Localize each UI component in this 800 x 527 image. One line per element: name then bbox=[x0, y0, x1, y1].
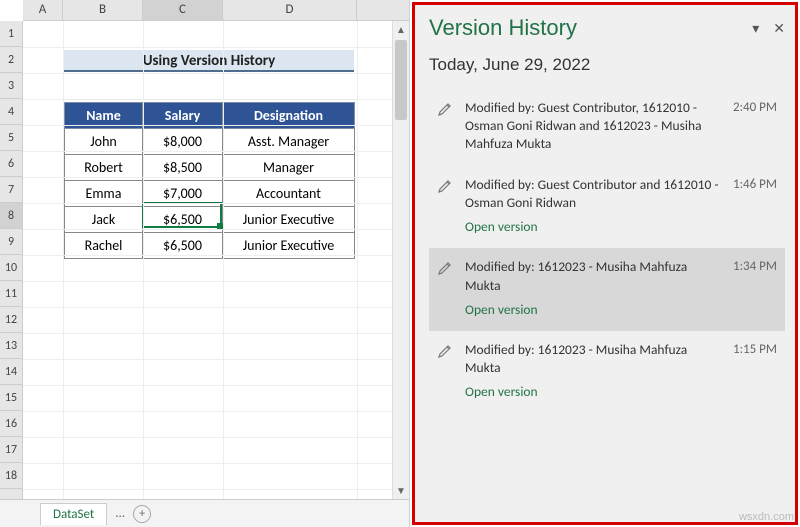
pencil-icon bbox=[435, 99, 455, 119]
row-header-15[interactable]: 15 bbox=[0, 385, 22, 411]
open-version-link[interactable]: Open version bbox=[465, 383, 723, 401]
version-time: 1:34 PM bbox=[733, 258, 777, 274]
row-header-3[interactable]: 3 bbox=[0, 73, 22, 99]
version-item[interactable]: Modified by: 1612023 - Musiha Mahfuza Mu… bbox=[429, 248, 785, 331]
scroll-thumb[interactable] bbox=[395, 40, 407, 120]
row-header-18[interactable]: 18 bbox=[0, 463, 22, 489]
pencil-icon bbox=[435, 341, 455, 361]
row-header-17[interactable]: 17 bbox=[0, 437, 22, 463]
close-icon[interactable]: ✕ bbox=[773, 20, 785, 37]
col-header-B[interactable]: B bbox=[63, 0, 143, 20]
row-header-2[interactable]: 2 bbox=[0, 47, 22, 73]
version-item[interactable]: Modified by: 1612023 - Musiha Mahfuza Mu… bbox=[429, 331, 785, 414]
merged-title-cell: Using Version History bbox=[64, 50, 354, 72]
version-time: 1:15 PM bbox=[733, 341, 777, 357]
row-header-6[interactable]: 6 bbox=[0, 151, 22, 177]
sheet-tabs: DataSet ... + bbox=[0, 499, 409, 527]
row-header-7[interactable]: 7 bbox=[0, 177, 22, 203]
version-item[interactable]: Modified by: Guest Contributor and 16120… bbox=[429, 166, 785, 249]
version-text: Modified by: Guest Contributor, 1612010 … bbox=[465, 99, 723, 154]
version-time: 2:40 PM bbox=[733, 99, 777, 115]
version-text: Modified by: Guest Contributor and 16120… bbox=[465, 176, 723, 237]
date-heading: Today, June 29, 2022 bbox=[429, 55, 785, 75]
open-version-link[interactable]: Open version bbox=[465, 218, 723, 236]
tab-dataset[interactable]: DataSet bbox=[40, 503, 107, 525]
row-header-5[interactable]: 5 bbox=[0, 125, 22, 151]
version-text: Modified by: 1612023 - Musiha Mahfuza Mu… bbox=[465, 341, 723, 402]
row-header-4[interactable]: 4 bbox=[0, 99, 22, 125]
column-headers[interactable]: ABCD bbox=[23, 0, 409, 21]
worksheet[interactable]: Using Version History NameSalaryDesignat… bbox=[23, 21, 392, 499]
row-header-8[interactable]: 8 bbox=[0, 203, 22, 229]
panel-menu-icon[interactable]: ▾ bbox=[752, 20, 759, 37]
row-header-11[interactable]: 11 bbox=[0, 281, 22, 307]
open-version-link[interactable]: Open version bbox=[465, 301, 723, 319]
pencil-icon bbox=[435, 258, 455, 278]
scroll-down-icon[interactable]: ▼ bbox=[393, 482, 409, 499]
row-header-10[interactable]: 10 bbox=[0, 255, 22, 281]
version-text: Modified by: 1612023 - Musiha Mahfuza Mu… bbox=[465, 258, 723, 319]
panel-title: Version History bbox=[429, 15, 577, 41]
row-header-9[interactable]: 9 bbox=[0, 229, 22, 255]
row-header-13[interactable]: 13 bbox=[0, 333, 22, 359]
watermark: wsxdn.com bbox=[739, 511, 794, 523]
row-header-16[interactable]: 16 bbox=[0, 411, 22, 437]
tab-overflow[interactable]: ... bbox=[109, 506, 131, 521]
row-header-12[interactable]: 12 bbox=[0, 307, 22, 333]
version-history-panel: Version History ▾ ✕ Today, June 29, 2022… bbox=[412, 2, 798, 525]
scroll-up-icon[interactable]: ▲ bbox=[393, 21, 409, 38]
col-header-D[interactable]: D bbox=[223, 0, 357, 20]
row-headers[interactable]: 123456789101112131415161718 bbox=[0, 21, 23, 499]
version-time: 1:46 PM bbox=[733, 176, 777, 192]
version-item[interactable]: Modified by: Guest Contributor, 1612010 … bbox=[429, 89, 785, 166]
row-header-14[interactable]: 14 bbox=[0, 359, 22, 385]
new-sheet-button[interactable]: + bbox=[133, 505, 151, 523]
row-header-1[interactable]: 1 bbox=[0, 21, 22, 47]
version-list: Modified by: Guest Contributor, 1612010 … bbox=[429, 89, 785, 414]
pencil-icon bbox=[435, 176, 455, 196]
vertical-scrollbar[interactable]: ▲ ▼ bbox=[392, 21, 409, 499]
col-header-C[interactable]: C bbox=[143, 0, 223, 20]
col-header-A[interactable]: A bbox=[23, 0, 63, 20]
